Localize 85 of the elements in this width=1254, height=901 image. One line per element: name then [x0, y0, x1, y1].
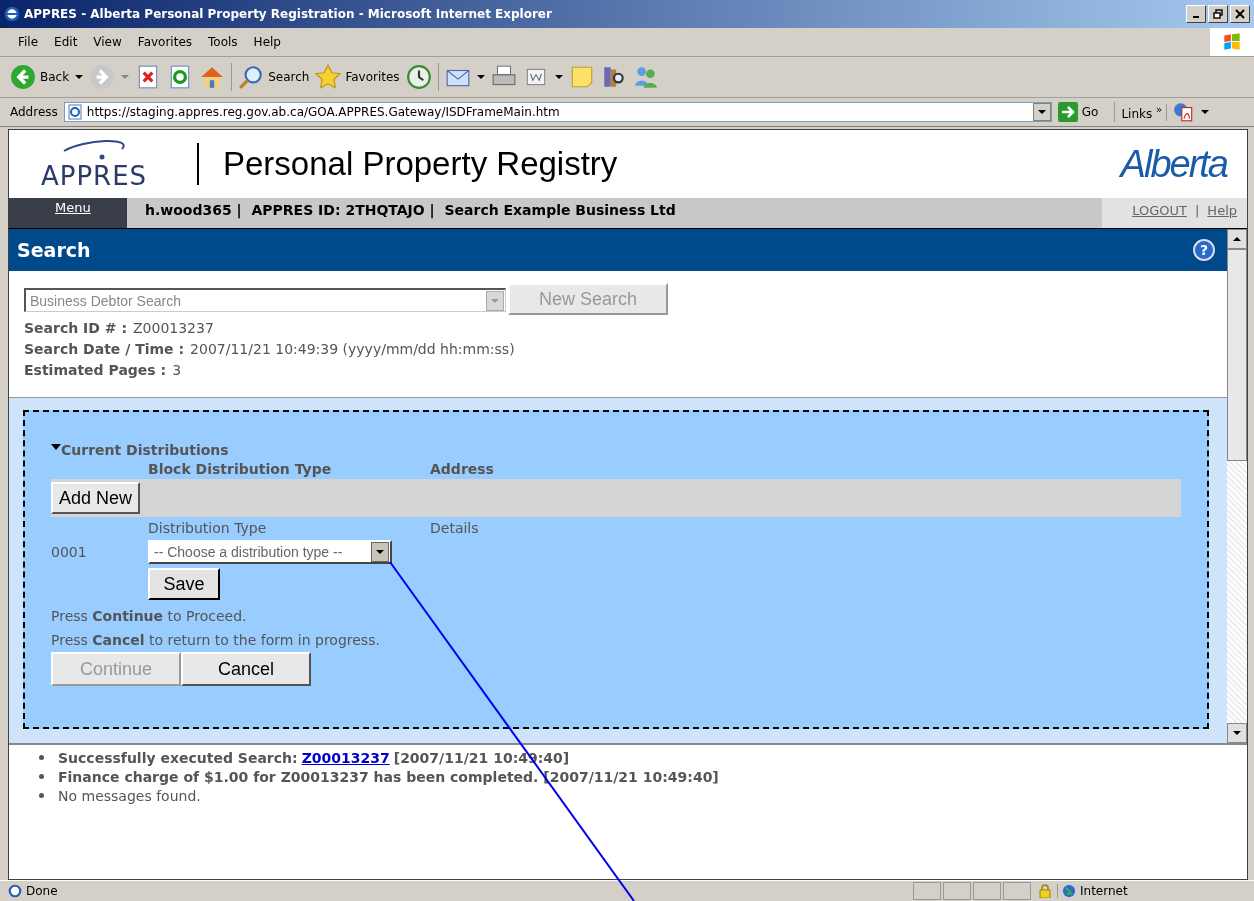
lock-icon [1039, 884, 1051, 898]
bullet-icon [39, 774, 44, 779]
go-button[interactable]: Go [1057, 102, 1116, 122]
menu-link[interactable]: Menu [9, 198, 127, 228]
caret-icon[interactable] [1201, 110, 1210, 114]
links-button[interactable]: Links $^{»}$ [1121, 103, 1168, 121]
search-id-link[interactable]: Z00013237 [301, 749, 390, 766]
search-button[interactable]: Search [238, 64, 310, 90]
message-text: Finance charge of $1.00 for Z00013237 has been completed. [2007/11/21 10:49:40] [58, 768, 719, 785]
down-arrow-icon [1233, 731, 1241, 735]
column-header: Details [430, 520, 479, 536]
column-header: Address [430, 461, 494, 477]
section-title: Search [17, 239, 91, 261]
caret-icon [376, 550, 384, 554]
status-panel [973, 882, 1001, 900]
history-icon[interactable] [405, 64, 432, 90]
distributions-heading: Current Distributions [61, 442, 229, 458]
instruction-text: Press Cancel to return to the form in progress. [51, 632, 381, 648]
zone-text: Internet [1057, 884, 1254, 898]
appres-logo: APPRES [19, 139, 169, 189]
status-text: Done [8, 884, 913, 898]
alberta-logo: Alberta [1120, 142, 1227, 186]
browser-icon [8, 884, 22, 898]
minimize-icon [1193, 16, 1199, 18]
scroll-up-button[interactable] [1227, 229, 1247, 249]
favorites-button[interactable]: Favorites [315, 64, 400, 90]
address-label: Address [10, 105, 58, 119]
minimize-button[interactable] [1186, 5, 1206, 23]
detail-label: Estimated Pages : [24, 362, 167, 378]
message-text: Successfully executed Search: [58, 749, 298, 766]
help-icon[interactable]: ? [1193, 239, 1215, 261]
column-header: Block Distribution Type [148, 461, 333, 477]
scroll-down-button[interactable] [1227, 723, 1247, 743]
detail-value: 2007/11/21 10:49:39 (yyyy/mm/dd hh:mm:ss) [190, 341, 515, 357]
menu-item[interactable]: Edit [46, 33, 86, 51]
message-text: No messages found. [58, 787, 201, 804]
detail-value: Z00013237 [133, 320, 214, 336]
close-button[interactable] [1230, 5, 1250, 23]
status-panel [1003, 882, 1031, 900]
caret-icon [1037, 110, 1046, 114]
flag-logo-icon [1210, 28, 1254, 56]
page-icon [66, 104, 83, 120]
status-panel [943, 882, 971, 900]
instruction-text: Press Continue to Proceed. [51, 608, 248, 624]
menu-item[interactable]: File [10, 33, 47, 51]
globe-icon [1062, 884, 1076, 898]
up-arrow-icon [1233, 237, 1241, 241]
caret-icon[interactable] [75, 75, 84, 79]
registry-title: Personal Property Registry [223, 145, 618, 183]
link-separator: | [1194, 203, 1200, 220]
column-header: Distribution Type [148, 520, 268, 536]
address-field[interactable]: https://staging.appres.reg.gov.ab.ca/GOA.APPRES.Gateway/ISDFrameMain.htm [63, 102, 1052, 122]
search-icon [238, 64, 265, 90]
menu-item[interactable]: Tools [200, 33, 246, 51]
restore-icon [1213, 9, 1223, 19]
menu-item[interactable]: View [85, 33, 130, 51]
detail-label: Search Date / Time : [24, 341, 185, 357]
logout-link[interactable]: LOGOUT [1132, 203, 1187, 228]
window-title: APPRES - Alberta Personal Property Registration - Microsoft Internet Explorer [24, 7, 552, 21]
bullet-icon [39, 793, 44, 798]
bullet-icon [39, 755, 44, 760]
caret-icon [491, 298, 499, 303]
menu-item[interactable]: Favorites [129, 33, 201, 51]
help-link[interactable]: Help [1207, 203, 1237, 228]
scrollbar-thumb[interactable] [1227, 249, 1247, 461]
detail-label: Search ID # : [24, 320, 127, 336]
go-arrow-icon [1057, 102, 1078, 122]
status-panel [913, 882, 941, 900]
back-button[interactable]: Back [10, 64, 70, 90]
form-button[interactable]: Cancel [181, 652, 311, 686]
user-info: h.wood365 | APPRES ID: 2THQTAJO | Search Example Business Ltd [144, 201, 676, 221]
browser-icon [4, 6, 20, 22]
distribution-type-dropdown[interactable]: -- Choose a distribution type -- [148, 540, 392, 564]
save-button[interactable]: Save [148, 568, 220, 600]
close-icon [1235, 9, 1245, 19]
detail-value: 3 [172, 362, 182, 378]
expanded-triangle-icon[interactable] [51, 444, 61, 450]
menu-item[interactable]: Help [245, 33, 289, 51]
caret-icon[interactable] [554, 75, 563, 79]
star-icon [315, 64, 342, 90]
dropdown-button[interactable] [1032, 103, 1051, 121]
row-number: 0001 [51, 544, 88, 560]
caret-icon[interactable] [476, 75, 485, 79]
restore-button[interactable] [1208, 5, 1228, 23]
add-new-button[interactable]: Add New [51, 482, 141, 514]
